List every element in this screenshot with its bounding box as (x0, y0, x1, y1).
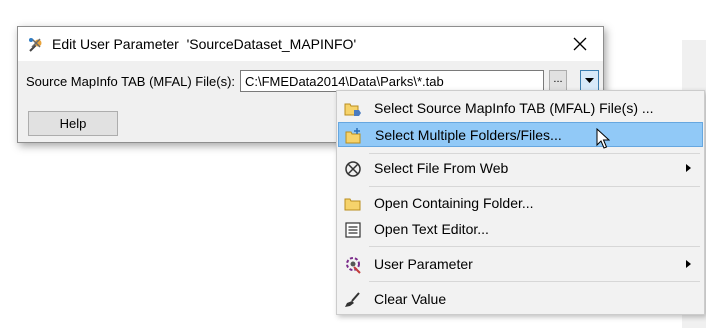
title-bar: Edit User Parameter 'SourceDataset_MAPIN… (18, 27, 603, 61)
menu-item-label: User Parameter (374, 256, 473, 272)
menu-item-user-parameter[interactable]: User Parameter (338, 252, 703, 277)
folder-add-icon (345, 128, 361, 144)
menu-item-label: Select Multiple Folders/Files... (375, 127, 562, 143)
path-input[interactable] (240, 70, 544, 92)
menu-separator (369, 281, 700, 282)
browse-button[interactable]: ... (549, 70, 567, 91)
menu-item-select-multiple[interactable]: Select Multiple Folders/Files... (338, 122, 703, 147)
clear-broom-icon (345, 292, 360, 307)
menu-item-open-containing-folder[interactable]: Open Containing Folder... (338, 191, 703, 216)
submenu-arrow-icon (686, 164, 691, 172)
close-icon (573, 37, 587, 51)
user-parameter-icon (346, 257, 361, 274)
context-menu: Select Source MapInfo TAB (MFAL) File(s)… (336, 90, 705, 315)
menu-item-select-source-files[interactable]: Select Source MapInfo TAB (MFAL) File(s)… (338, 96, 703, 121)
menu-item-label: Select Source MapInfo TAB (MFAL) File(s)… (374, 100, 654, 116)
mouse-cursor-icon (596, 128, 610, 149)
menu-item-clear-value[interactable]: Clear Value (338, 287, 703, 312)
close-button[interactable] (557, 27, 603, 61)
menu-item-label: Open Text Editor... (374, 221, 489, 237)
menu-item-open-text-editor[interactable]: Open Text Editor... (338, 217, 703, 242)
menu-item-label: Open Containing Folder... (374, 195, 534, 211)
submenu-arrow-icon (686, 260, 691, 268)
menu-item-select-from-web[interactable]: Select File From Web (338, 156, 703, 181)
menu-item-label: Clear Value (374, 291, 447, 307)
field-label: Source MapInfo TAB (MFAL) File(s): (26, 74, 236, 89)
web-icon (345, 161, 361, 177)
folder-icon (344, 198, 361, 211)
help-button[interactable]: Help (28, 111, 118, 136)
chevron-down-icon (585, 77, 594, 83)
menu-item-label: Select File From Web (374, 160, 509, 176)
folder-open-icon (344, 103, 361, 116)
text-editor-icon (345, 222, 361, 238)
dialog-title: Edit User Parameter 'SourceDataset_MAPIN… (52, 36, 357, 52)
menu-separator (369, 153, 700, 154)
fme-parameter-icon (29, 38, 42, 52)
dropdown-button[interactable] (580, 70, 599, 91)
menu-separator (369, 186, 700, 187)
menu-separator (369, 246, 700, 247)
